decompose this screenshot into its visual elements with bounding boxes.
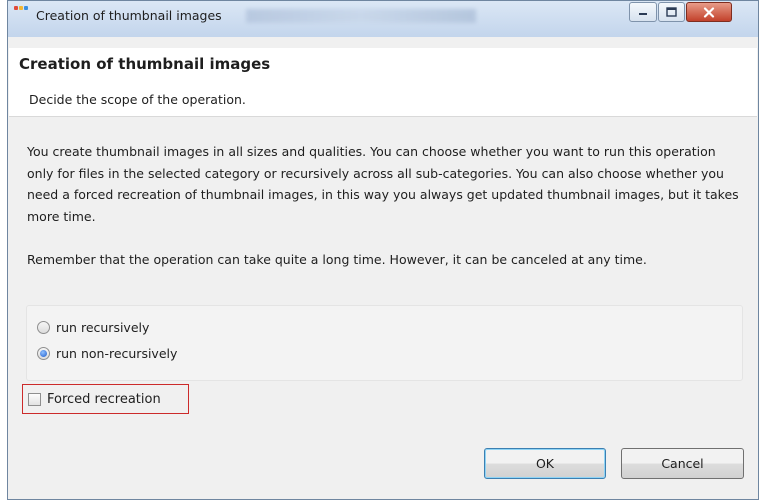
radio-run-recursively[interactable]: run recursively [37,320,149,335]
minimize-button[interactable] [629,2,657,22]
radio-button-selected[interactable] [37,347,50,360]
close-button[interactable] [686,2,732,22]
window-title: Creation of thumbnail images [36,8,222,23]
app-icon [14,6,30,20]
forced-recreation-label: Forced recreation [47,391,161,407]
description-paragraph: You create thumbnail images in all sizes… [27,144,739,224]
description-paragraph: Remember that the operation can take qui… [27,251,647,267]
maximize-button[interactable] [658,2,685,22]
radio-run-non-recursively[interactable]: run non-recursively [37,346,177,361]
forced-recreation-checkbox[interactable] [28,392,41,406]
header-subtitle: Decide the scope of the operation. [29,92,246,107]
forced-recreation-highlight[interactable]: Forced recreation [22,384,189,414]
cancel-button[interactable]: Cancel [621,448,744,479]
dialog-window: Creation of thumbnail images Creation of… [7,0,759,500]
radio-label: run non-recursively [56,346,178,361]
maximize-icon [666,7,677,17]
close-icon [703,6,715,18]
title-bar[interactable]: Creation of thumbnail images [8,1,758,37]
blurred-title-suffix [246,9,476,23]
ok-button[interactable]: OK [484,448,606,479]
minimize-icon [639,13,647,15]
header-banner: Creation of thumbnail images Decide the … [9,48,757,117]
radio-button[interactable] [37,321,50,334]
radio-label: run recursively [56,320,150,335]
scope-radio-group: run recursively run non-recursively [26,305,743,381]
description: You create thumbnail images in all sizes… [27,141,743,270]
dialog-content: Creation of thumbnail images Decide the … [9,37,757,498]
header-title: Creation of thumbnail images [19,55,271,73]
